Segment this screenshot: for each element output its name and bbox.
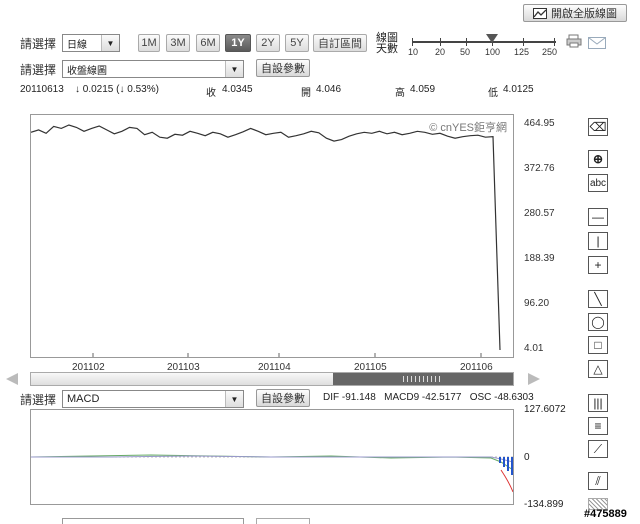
rectangle-tool-icon[interactable]: □ bbox=[588, 336, 608, 354]
macd-ytick-top: 127.6072 bbox=[524, 404, 566, 415]
scroll-right-arrow[interactable] bbox=[528, 373, 540, 385]
bottom-select-stub[interactable] bbox=[62, 518, 244, 524]
price-chart-frame[interactable]: © cnYES鉅亨網 bbox=[30, 114, 514, 358]
macd9-line bbox=[31, 455, 513, 463]
fullscreen-label: 開啟全版線圖 bbox=[551, 8, 617, 20]
chart-icon bbox=[533, 7, 547, 19]
high-value: 4.059 bbox=[410, 84, 436, 95]
text-tool-icon[interactable]: abc bbox=[588, 174, 608, 192]
range-2y-button[interactable]: 2Y bbox=[256, 34, 280, 52]
crosshair-tool-icon[interactable]: + bbox=[588, 256, 608, 274]
price-ytick: 464.95 bbox=[524, 118, 555, 129]
scroll-left-arrow[interactable] bbox=[6, 373, 18, 385]
indicator-select[interactable]: MACD ▼ bbox=[62, 390, 244, 408]
indicator-select-value: MACD bbox=[67, 393, 100, 405]
range-5y-button[interactable]: 5Y bbox=[285, 34, 309, 52]
price-ytick: 4.01 bbox=[524, 343, 544, 354]
high-label: 高 bbox=[395, 88, 405, 99]
quote-change: ↓ 0.0215 (↓ 0.53%) bbox=[75, 84, 159, 95]
dropdown-arrow-icon: ▼ bbox=[225, 391, 243, 407]
indicator-select-label: 請選擇 bbox=[20, 393, 57, 407]
low-value: 4.0125 bbox=[503, 84, 534, 95]
close-label: 收 bbox=[206, 88, 216, 99]
watermark: © cnYES鉅亨網 bbox=[429, 122, 507, 134]
price-ytick: 188.39 bbox=[524, 252, 555, 264]
slider-handle[interactable] bbox=[486, 34, 498, 43]
indicator-param-button[interactable]: 自設參數 bbox=[256, 389, 310, 407]
charttype-select[interactable]: 收盤線圖 ▼ bbox=[62, 60, 244, 78]
custom-range-button[interactable]: 自訂區間 bbox=[313, 34, 367, 52]
horizontal-lines-tool-icon[interactable]: ≡ bbox=[588, 417, 608, 435]
charttype-select-label: 請選擇 bbox=[20, 63, 57, 77]
range-6m-button[interactable]: 6M bbox=[196, 34, 220, 52]
horizontal-line-tool-icon[interactable]: — bbox=[588, 208, 608, 226]
bottom-button-stub[interactable] bbox=[256, 518, 310, 524]
fan-lines-tool-icon[interactable]: ⫽ bbox=[588, 472, 608, 490]
charttype-select-value: 收盤線圖 bbox=[67, 65, 107, 77]
trendline-tool-icon[interactable]: ╲ bbox=[588, 290, 608, 308]
range-1m-button[interactable]: 1M bbox=[138, 34, 160, 52]
triangle-tool-icon[interactable]: △ bbox=[588, 360, 608, 378]
open-value: 4.046 bbox=[316, 84, 342, 95]
print-icon[interactable] bbox=[566, 34, 582, 48]
close-value: 4.0345 bbox=[222, 84, 253, 95]
price-ytick: 96.20 bbox=[524, 297, 550, 309]
period-select-value: 日線 bbox=[67, 39, 87, 51]
timeline-scrollbar[interactable] bbox=[30, 372, 514, 386]
price-line bbox=[31, 124, 501, 351]
price-ytick: 372.76 bbox=[524, 163, 555, 174]
price-ytick: 280.57 bbox=[524, 208, 555, 219]
scrollbar-thumb[interactable] bbox=[333, 373, 513, 385]
dropdown-arrow-icon: ▼ bbox=[101, 35, 119, 51]
open-label: 開 bbox=[301, 88, 311, 99]
macd-chart-frame[interactable] bbox=[30, 409, 514, 505]
osc-bars bbox=[499, 457, 513, 475]
fan-tool-icon[interactable]: ⟋ bbox=[588, 440, 608, 458]
low-label: 低 bbox=[488, 88, 498, 99]
macd-ytick-zero: 0 bbox=[524, 452, 530, 463]
quote-date: 20110613 bbox=[20, 84, 64, 95]
zoom-in-tool-icon[interactable]: ⊕ bbox=[588, 150, 608, 168]
linecount-label: 線圖天數 bbox=[376, 32, 398, 55]
ellipse-tool-icon[interactable]: ◯ bbox=[588, 313, 608, 331]
indicator-readout: DIF -91.148 MACD9 -42.5177 OSC -48.6303 bbox=[323, 392, 534, 403]
range-3m-button[interactable]: 3M bbox=[166, 34, 190, 52]
vertical-line-tool-icon[interactable]: | bbox=[588, 232, 608, 250]
range-1y-button[interactable]: 1Y bbox=[225, 34, 251, 52]
vertical-lines-tool-icon[interactable]: ||| bbox=[588, 394, 608, 412]
corner-id: #475889 bbox=[584, 508, 627, 520]
period-select[interactable]: 日線 ▼ bbox=[62, 34, 120, 52]
fullscreen-button[interactable]: 開啟全版線圖 bbox=[523, 4, 627, 22]
custom-param-button[interactable]: 自設參數 bbox=[256, 59, 310, 77]
mail-icon[interactable] bbox=[588, 37, 606, 49]
macd-ytick-bottom: -134.899 bbox=[524, 499, 564, 510]
price-chart bbox=[31, 124, 501, 357]
dropdown-arrow-icon: ▼ bbox=[225, 61, 243, 77]
period-select-label: 請選擇 bbox=[20, 37, 57, 51]
macd-chart bbox=[31, 454, 513, 493]
eraser-tool-icon[interactable]: ⌫ bbox=[588, 118, 608, 136]
